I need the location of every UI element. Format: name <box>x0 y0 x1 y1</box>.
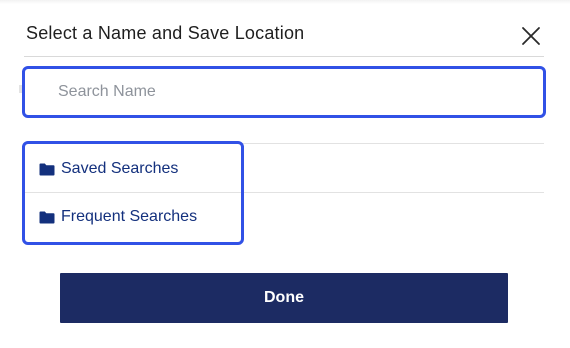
search-input[interactable] <box>25 69 543 115</box>
close-icon <box>522 27 540 45</box>
folder-item-frequent-searches[interactable]: Frequent Searches <box>25 193 241 242</box>
folder-list: Saved Searches Frequent Searches <box>22 141 244 245</box>
save-search-dialog: Select a Name and Save Location Saved Se… <box>0 0 570 348</box>
search-field[interactable] <box>22 66 546 118</box>
folder-icon <box>39 163 55 176</box>
folder-label: Frequent Searches <box>61 208 198 225</box>
close-button[interactable] <box>519 24 543 48</box>
done-button[interactable]: Done <box>60 273 508 323</box>
folder-item-saved-searches[interactable]: Saved Searches <box>25 144 241 193</box>
folder-icon <box>39 211 55 224</box>
dialog-title: Select a Name and Save Location <box>26 23 305 43</box>
header-divider <box>24 56 544 57</box>
dialog-top-edge <box>0 0 570 4</box>
folder-label: Saved Searches <box>61 160 179 177</box>
